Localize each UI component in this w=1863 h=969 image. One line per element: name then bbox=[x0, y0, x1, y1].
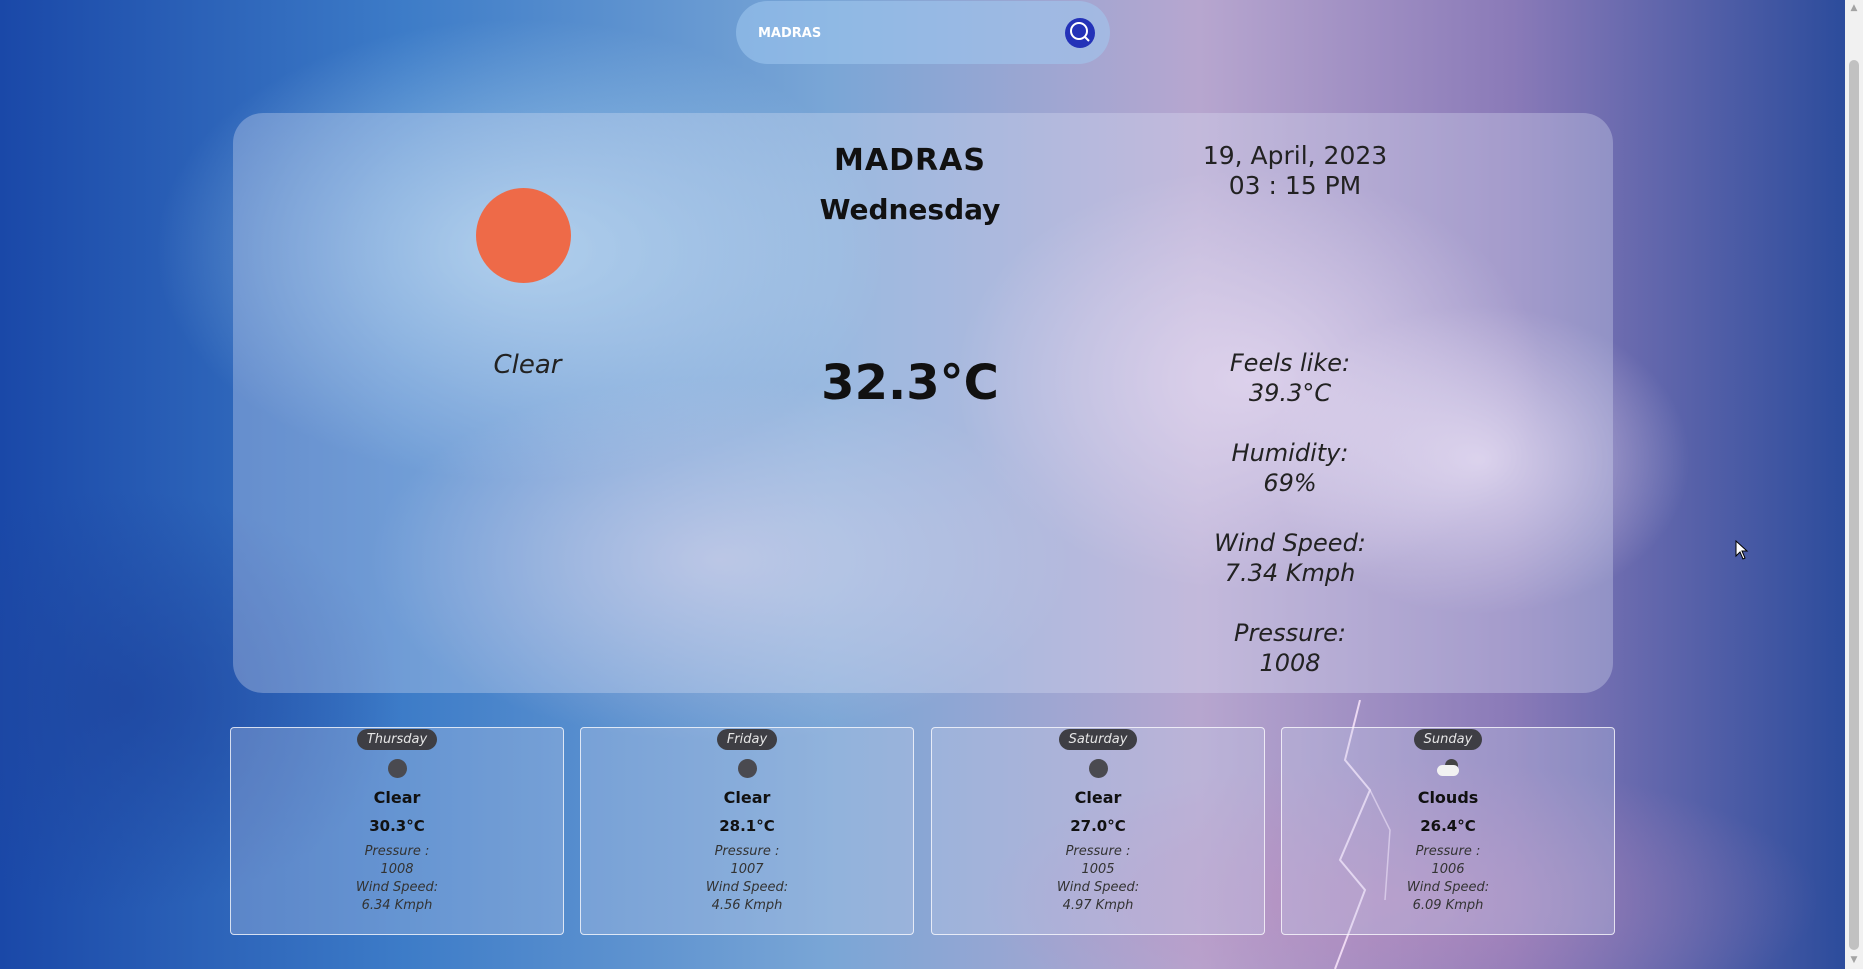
forecast-day-badge: Thursday bbox=[356, 729, 438, 750]
stat-value: 7.34 Kmph bbox=[1224, 559, 1356, 587]
stat-humidity: Humidity: 69% bbox=[1180, 438, 1400, 528]
forecast-wind: 6.09 Kmph bbox=[1412, 898, 1484, 913]
forecast-description: Clear bbox=[723, 788, 771, 807]
forecast-pressure: 1008 bbox=[380, 862, 414, 877]
stat-value: 39.3°C bbox=[1248, 379, 1332, 407]
forecast-card-friday: Friday Clear 28.1°C Pressure : 1007 Wind… bbox=[580, 727, 914, 935]
forecast-wind: 4.97 Kmph bbox=[1062, 898, 1134, 913]
search-button[interactable] bbox=[1065, 18, 1095, 48]
forecast-pressure: 1005 bbox=[1081, 862, 1115, 877]
forecast-pressure-label: Pressure : bbox=[1065, 844, 1131, 859]
moon-icon bbox=[387, 759, 407, 778]
forecast-day-badge: Saturday bbox=[1058, 729, 1138, 750]
forecast-temperature: 28.1°C bbox=[719, 817, 775, 835]
scroll-down-arrow-icon[interactable]: ▼ bbox=[1845, 952, 1863, 969]
forecast-pressure: 1007 bbox=[730, 862, 764, 877]
forecast-wind-label: Wind Speed: bbox=[355, 880, 439, 895]
stat-label: Pressure: bbox=[1233, 619, 1347, 647]
stat-feels-like: Feels like: 39.3°C bbox=[1180, 348, 1400, 438]
forecast-details: Pressure : 1007 Wind Speed: 4.56 Kmph bbox=[581, 843, 913, 915]
moon-icon bbox=[1088, 759, 1108, 778]
forecast-pressure-label: Pressure : bbox=[1415, 844, 1481, 859]
forecast-details: Pressure : 1005 Wind Speed: 4.97 Kmph bbox=[932, 843, 1264, 915]
forecast-wind-label: Wind Speed: bbox=[1406, 880, 1490, 895]
stat-label: Humidity: bbox=[1231, 439, 1349, 467]
forecast-wind: 4.56 Kmph bbox=[711, 898, 783, 913]
forecast-description: Clear bbox=[1074, 788, 1122, 807]
moon-icon bbox=[737, 759, 757, 778]
forecast-description: Clear bbox=[373, 788, 421, 807]
weather-stats: Feels like: 39.3°C Humidity: 69% Wind Sp… bbox=[1180, 348, 1400, 708]
forecast-card-saturday: Saturday Clear 27.0°C Pressure : 1005 Wi… bbox=[931, 727, 1265, 935]
forecast-temperature: 26.4°C bbox=[1420, 817, 1476, 835]
forecast-wind-label: Wind Speed: bbox=[705, 880, 789, 895]
forecast-day-badge: Sunday bbox=[1413, 729, 1483, 750]
forecast-details: Pressure : 1008 Wind Speed: 6.34 Kmph bbox=[231, 843, 563, 915]
search-icon bbox=[1070, 22, 1090, 42]
forecast-temperature: 30.3°C bbox=[369, 817, 425, 835]
stat-label: Feels like: bbox=[1229, 349, 1351, 377]
mouse-cursor-icon bbox=[1735, 540, 1749, 560]
forecast-pressure-label: Pressure : bbox=[364, 844, 430, 859]
search-input[interactable] bbox=[756, 17, 1050, 49]
current-temperature: 32.3°C bbox=[821, 355, 999, 411]
sun-icon bbox=[476, 188, 571, 283]
city-name: MADRAS bbox=[834, 143, 986, 178]
forecast-wind-label: Wind Speed: bbox=[1056, 880, 1140, 895]
forecast-card-sunday: Sunday Clouds 26.4°C Pressure : 1006 Win… bbox=[1281, 727, 1615, 935]
forecast-temperature: 27.0°C bbox=[1070, 817, 1126, 835]
stat-label: Wind Speed: bbox=[1214, 529, 1366, 557]
forecast-pressure-label: Pressure : bbox=[714, 844, 780, 859]
forecast-card-thursday: Thursday Clear 30.3°C Pressure : 1008 Wi… bbox=[230, 727, 564, 935]
stat-pressure: Pressure: 1008 bbox=[1180, 618, 1400, 708]
forecast-description: Clouds bbox=[1417, 788, 1479, 807]
forecast-wind: 6.34 Kmph bbox=[361, 898, 433, 913]
forecast-pressure: 1006 bbox=[1431, 862, 1465, 877]
stat-value: 69% bbox=[1263, 469, 1317, 497]
current-time: 03 : 15 PM bbox=[1228, 171, 1362, 200]
current-day: Wednesday bbox=[819, 193, 1001, 226]
stat-value: 1008 bbox=[1259, 649, 1321, 677]
cloud-icon bbox=[1437, 759, 1459, 778]
stat-wind-speed: Wind Speed: 7.34 Kmph bbox=[1180, 528, 1400, 618]
forecast-day-badge: Friday bbox=[716, 729, 778, 750]
vertical-scrollbar[interactable]: ▲ ▼ bbox=[1845, 0, 1863, 969]
current-date: 19, April, 2023 bbox=[1202, 141, 1388, 170]
date-time: 19, April, 2023 03 : 15 PM bbox=[1200, 141, 1390, 201]
search-bar bbox=[736, 1, 1110, 64]
forecast-details: Pressure : 1006 Wind Speed: 6.09 Kmph bbox=[1282, 843, 1614, 915]
scroll-up-arrow-icon[interactable]: ▲ bbox=[1845, 0, 1863, 17]
scroll-thumb[interactable] bbox=[1849, 60, 1859, 950]
